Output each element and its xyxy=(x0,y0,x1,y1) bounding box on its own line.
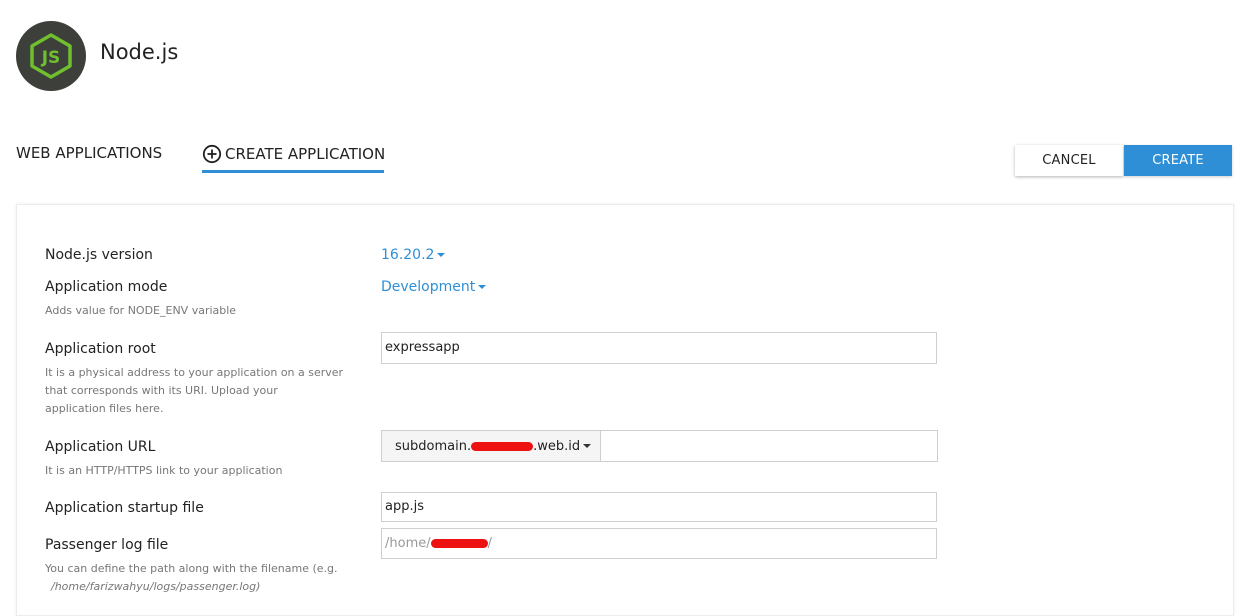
plus-circle-icon xyxy=(202,144,222,164)
application-root-input[interactable]: expressapp xyxy=(381,332,937,364)
caret-down-icon xyxy=(478,285,487,289)
startup-file-input[interactable]: app.js xyxy=(381,492,937,522)
cancel-button[interactable]: CANCEL xyxy=(1015,145,1123,176)
redacted-mark xyxy=(430,539,488,548)
application-url-hint: It is an HTTP/HTTPS link to your applica… xyxy=(45,464,283,477)
domain-select[interactable]: subdomain. .web.id xyxy=(382,431,601,461)
application-url-group: subdomain. .web.id xyxy=(381,430,938,462)
hint-line: application files here. xyxy=(45,402,164,415)
application-mode-dropdown[interactable]: Development xyxy=(381,279,487,295)
caret-down-icon xyxy=(437,253,446,257)
nodejs-version-value: 16.20.2 xyxy=(381,247,435,263)
url-path-input[interactable] xyxy=(601,431,937,461)
hint-line: It is a physical address to your applica… xyxy=(45,366,344,379)
passenger-log-hint: You can define the path along with the f… xyxy=(45,560,338,596)
tab-label: CREATE APPLICATION xyxy=(225,145,386,163)
application-mode-label: Application mode xyxy=(45,279,168,295)
svg-text:JS: JS xyxy=(41,48,61,68)
nodejs-hexagon-icon: JS xyxy=(30,33,72,79)
hint-line: You can define the path along with the f… xyxy=(45,562,338,575)
caret-down-icon xyxy=(583,444,592,448)
tab-create-application[interactable]: CREATE APPLICATION xyxy=(202,144,385,164)
app-header: JS Node.js xyxy=(0,0,1244,110)
application-mode-hint: Adds value for NODE_ENV variable xyxy=(45,304,237,317)
redacted-mark xyxy=(471,441,534,451)
tab-web-applications[interactable]: WEB APPLICATIONS xyxy=(16,144,162,162)
application-mode-value: Development xyxy=(381,279,476,295)
application-url-label: Application URL xyxy=(45,439,156,455)
hint-line: that corresponds with its URI. Upload yo… xyxy=(45,384,278,397)
nodejs-version-dropdown[interactable]: 16.20.2 xyxy=(381,247,446,263)
nodejs-logo-icon: JS xyxy=(16,21,86,91)
create-button[interactable]: CREATE xyxy=(1124,145,1232,176)
hint-line: /home/farizwahyu/logs/passenger.log) xyxy=(51,580,261,593)
page-title: Node.js xyxy=(100,40,179,64)
log-path-suffix: / xyxy=(487,536,493,551)
nodejs-version-label: Node.js version xyxy=(45,247,153,263)
domain-prefix: subdomain. xyxy=(395,438,472,454)
application-root-hint: It is a physical address to your applica… xyxy=(45,364,343,418)
tab-label: WEB APPLICATIONS xyxy=(16,144,163,162)
application-root-label: Application root xyxy=(45,341,156,357)
passenger-log-input[interactable]: /home/ / xyxy=(381,528,937,559)
domain-suffix: .web.id xyxy=(533,438,581,454)
passenger-log-label: Passenger log file xyxy=(45,537,169,553)
startup-file-label: Application startup file xyxy=(45,500,204,516)
active-tab-indicator xyxy=(202,170,384,173)
log-path-prefix: /home/ xyxy=(385,536,431,551)
